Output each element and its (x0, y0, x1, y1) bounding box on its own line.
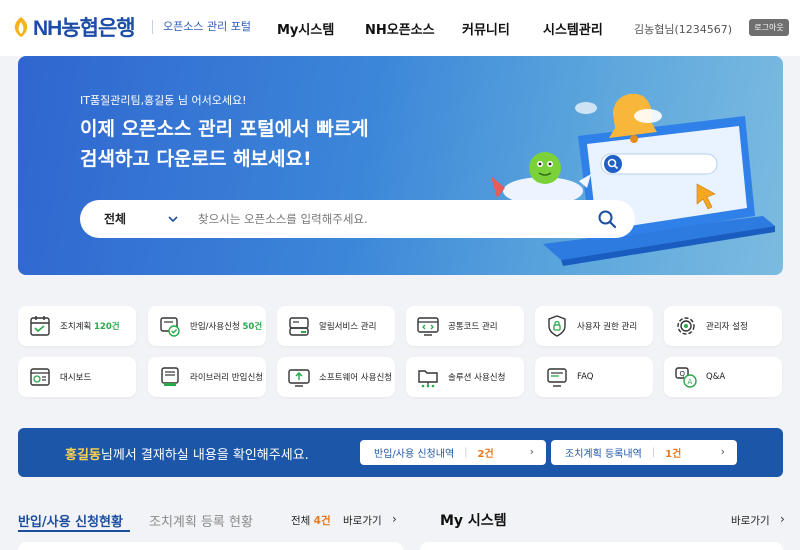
faq-icon (547, 368, 567, 387)
quick-menu-library-request[interactable]: 라이브러리 반입신청 (148, 357, 266, 397)
nav-community[interactable]: 커뮤니티 (462, 19, 510, 38)
quick-menu-label: 조치계획 120건 (60, 320, 120, 332)
calendar-icon (30, 316, 50, 336)
quick-menu-label: 사용자 권한 관리 (577, 322, 638, 332)
lock-icon (548, 315, 566, 337)
approval-message: 홍길동님께서 결재하실 내용을 확인해주세요. (65, 444, 309, 463)
search-category-select[interactable]: 전체 (104, 200, 126, 238)
search-bar: 전체 (80, 200, 635, 238)
top-header: NH농협은행 오픈소스 관리 포털 My시스템 NH오픈소스 커뮤니티 시스템관… (0, 0, 800, 56)
approval-banner: 홍길동님께서 결재하실 내용을 확인해주세요. 반입/사용 신청내역 | 2건 › … (18, 428, 783, 477)
tab-request-status[interactable]: 반입/사용 신청현황 (18, 511, 123, 530)
tab-action-plan-status[interactable]: 조치계획 등록 현황 (149, 511, 253, 530)
quick-menu-dashboard[interactable]: 대시보드 (18, 357, 136, 397)
quick-menu-label: 소프트웨어 사용신청 (319, 373, 393, 383)
quick-menu-text: 반입/사용신청 (190, 322, 243, 332)
user-name: 김농협님(1234567) (634, 23, 733, 36)
dashboard-icon (30, 368, 50, 386)
hero-title-line2: 검색하고 다운로드 해보세요! (80, 148, 312, 170)
quick-menu-label: FAQ (577, 372, 594, 382)
nav-system-admin[interactable]: 시스템관리 (543, 19, 603, 38)
svg-text:A: A (688, 378, 693, 386)
approval-action-plan-button[interactable]: 조치계획 등록내역 | 1건 › (551, 440, 737, 465)
chevron-right-icon[interactable]: › (392, 512, 397, 526)
approval-button-separator: | (464, 447, 468, 458)
folder-network-icon (418, 370, 438, 388)
approval-button-count: 2건 (477, 449, 494, 460)
nh-logo-mark-icon (14, 17, 28, 37)
quick-menu-software-request[interactable]: 소프트웨어 사용신청 (277, 357, 395, 397)
quick-menu-action-plan[interactable]: 조치계획 120건 (18, 306, 136, 346)
quick-menu-count: 120건 (93, 322, 120, 332)
request-check-icon (160, 317, 180, 337)
total-count: 전체 4건 (291, 513, 331, 528)
quick-menu-label: 라이브러리 반입신청 (190, 373, 264, 383)
approval-button-label: 조치계획 등록내역 (565, 449, 642, 460)
quick-menu-label: 반입/사용신청 50건 (190, 320, 262, 332)
quick-menu-common-code[interactable]: 공통코드 관리 (406, 306, 524, 346)
my-system-title: My 시스템 (440, 513, 507, 529)
notification-service-icon (289, 317, 309, 336)
quick-menu-admin-settings[interactable]: 관리자 설정 (664, 306, 782, 346)
logout-button[interactable]: 로그아웃 (749, 19, 789, 36)
chevron-right-icon: › (529, 445, 534, 458)
approval-request-history-button[interactable]: 반입/사용 신청내역 | 2건 › (360, 440, 546, 465)
search-icon[interactable] (597, 209, 617, 229)
request-goto-link[interactable]: 바로가기 (343, 513, 382, 528)
library-icon (161, 367, 179, 386)
quick-menu-user-permission[interactable]: 사용자 권한 관리 (535, 306, 653, 346)
code-window-icon (417, 317, 439, 336)
quick-menu-text: 조치계획 (60, 322, 94, 332)
hero-title: 이제 오픈소스 관리 포털에서 빠르게 검색하고 다운로드 해보세요! (80, 114, 369, 174)
logo-text: NH농협은행 (33, 17, 136, 40)
quick-menu-request[interactable]: 반입/사용신청 50건 (148, 306, 266, 346)
quick-menu-label: 관리자 설정 (706, 322, 748, 332)
chevron-down-icon[interactable] (166, 212, 180, 226)
quick-menu-notification[interactable]: 알림서비스 관리 (277, 306, 395, 346)
my-system-card (420, 542, 783, 550)
search-input[interactable] (198, 206, 578, 232)
svg-text:Q: Q (680, 370, 686, 378)
quick-menu-solution-request[interactable]: 솔루션 사용신청 (406, 357, 524, 397)
nh-bank-logo[interactable]: NH농협은행 (12, 14, 136, 40)
approval-button-count: 1건 (665, 449, 682, 460)
chevron-right-icon[interactable]: › (780, 512, 785, 526)
qna-icon: Q A (675, 367, 697, 388)
approval-button-label: 반입/사용 신청내역 (374, 449, 455, 460)
quick-menu-label: Q&A (706, 372, 726, 382)
nav-my-system[interactable]: My시스템 (277, 19, 334, 38)
total-number: 4건 (313, 515, 331, 527)
hero-title-line1: 이제 오픈소스 관리 포털에서 빠르게 (80, 118, 369, 140)
quick-menu-label: 알림서비스 관리 (319, 322, 377, 332)
approval-button-separator: | (651, 447, 656, 458)
chevron-right-icon: › (720, 445, 725, 458)
quick-menu-qna[interactable]: Q A Q&A (664, 357, 782, 397)
active-tab-indicator (18, 530, 130, 532)
request-list-card (18, 542, 403, 550)
portal-name: 오픈소스 관리 포털 (152, 20, 251, 34)
hero-greeting: IT품질관리팀,홍길동 님 어서오세요! (80, 94, 247, 107)
total-label: 전체 (291, 515, 314, 527)
quick-menu-label: 대시보드 (60, 373, 92, 383)
software-upload-icon (288, 369, 310, 387)
hero-banner: IT품질관리팀,홍길동 님 어서오세요! 이제 오픈소스 관리 포털에서 빠르게… (18, 56, 783, 275)
nav-nh-opensource[interactable]: NH오픈소스 (365, 19, 435, 38)
quick-menu-label: 공통코드 관리 (448, 322, 498, 332)
approver-name: 홍길동 (65, 448, 101, 463)
my-system-goto-link[interactable]: 바로가기 (731, 513, 770, 528)
approval-message-text: 님께서 결재하실 내용을 확인해주세요. (100, 448, 309, 463)
gear-icon (677, 317, 695, 335)
quick-menu-count: 50건 (242, 322, 263, 332)
quick-menu-label: 솔루션 사용신청 (448, 373, 506, 383)
quick-menu-faq[interactable]: FAQ (535, 357, 653, 397)
